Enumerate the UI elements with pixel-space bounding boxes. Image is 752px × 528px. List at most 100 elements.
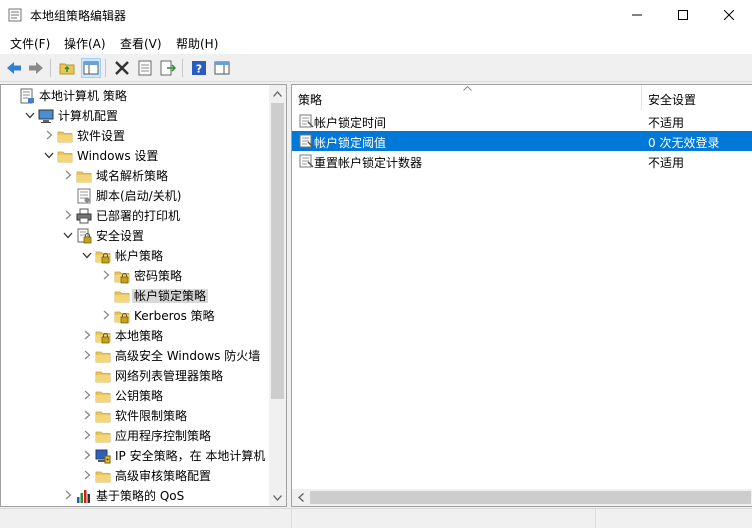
column-header-security-setting[interactable]: 安全设置: [642, 85, 752, 110]
tree-item[interactable]: 已部署的打印机: [1, 206, 271, 226]
chevron-right-icon[interactable]: [63, 170, 73, 180]
chevron-right-icon[interactable]: [82, 390, 92, 400]
chevron-right-icon[interactable]: [82, 470, 92, 480]
tree-item-label: 安全设置: [96, 229, 145, 243]
chevron-right-icon[interactable]: [63, 490, 73, 500]
chevron-right-icon[interactable]: [82, 430, 92, 440]
tree-item-label: 高级安全 Windows 防火墙: [115, 349, 261, 363]
tree-item[interactable]: Windows 设置: [1, 146, 271, 166]
properties-button[interactable]: [135, 58, 155, 78]
folder-icon: [95, 431, 111, 443]
up-folder-button[interactable]: [57, 58, 77, 78]
lock-folder-icon: [95, 331, 111, 344]
tree-item[interactable]: 脚本(启动/关机): [1, 186, 271, 206]
scroll-thumb[interactable]: [310, 491, 751, 504]
tree-vertical-scrollbar[interactable]: [269, 85, 286, 506]
tree-item[interactable]: 应用程序控制策略: [1, 426, 271, 446]
tree-item[interactable]: 域名解析策略: [1, 166, 271, 186]
column-header-policy[interactable]: 策略: [292, 85, 642, 110]
list-item[interactable]: 帐户锁定时间 不适用: [292, 111, 752, 131]
tree-item[interactable]: 高级安全 Windows 防火墙: [1, 346, 271, 366]
chevron-down-icon[interactable]: [44, 150, 54, 160]
tree-item-label: 本地计算机 策略: [39, 89, 127, 103]
chevron-right-icon[interactable]: [82, 410, 92, 420]
delete-button[interactable]: [112, 58, 132, 78]
list-item[interactable]: 帐户锁定阈值 0 次无效登录: [292, 131, 752, 151]
chevron-right-icon[interactable]: [44, 130, 54, 140]
tree-item[interactable]: 公钥策略: [1, 386, 271, 406]
printer-icon: [76, 208, 92, 224]
tree-item[interactable]: 安全设置: [1, 226, 271, 246]
security-settings-icon: [77, 228, 92, 244]
folder-icon: [95, 351, 111, 363]
chevron-right-icon[interactable]: [101, 310, 111, 320]
back-icon: [7, 62, 21, 74]
details-pane[interactable]: 策略 安全设置 帐户锁定时间 不适用 帐户锁定阈值 0 次无效登录 重置帐户锁定计数器不…: [291, 84, 752, 507]
chevron-right-icon[interactable]: [82, 330, 92, 340]
show-hide-action-pane-button[interactable]: [212, 58, 232, 78]
toolbar-separator: [105, 59, 106, 77]
tree-item[interactable]: 密码策略: [1, 266, 271, 286]
tree-item-label: 软件限制策略: [115, 409, 188, 423]
tree-item[interactable]: IP 安全策略，在 本地计算机: [1, 446, 271, 466]
menu-action[interactable]: 操作(A): [64, 35, 106, 52]
chevron-down-icon: [273, 494, 282, 501]
show-hide-tree-button[interactable]: [81, 58, 101, 78]
status-divider: [291, 509, 292, 528]
folder-icon: [114, 291, 130, 303]
chevron-right-icon[interactable]: [82, 350, 92, 360]
chevron-down-icon[interactable]: [63, 230, 73, 240]
show-hide-tree-icon: [83, 61, 99, 75]
column-header-security-setting-label: 安全设置: [648, 93, 697, 107]
export-list-button[interactable]: [158, 58, 178, 78]
local-policy-icon: [20, 88, 34, 104]
tree-item-label: IP 安全策略，在 本地计算机: [115, 449, 266, 463]
chevron-right-icon[interactable]: [101, 270, 111, 280]
list-horizontal-scrollbar[interactable]: [292, 489, 752, 506]
column-header-policy-label: 策略: [298, 93, 323, 107]
tree-item[interactable]: 本地策略: [1, 326, 271, 346]
folder-icon: [57, 151, 73, 163]
window-title: 本地组策略编辑器: [30, 9, 127, 23]
status-bar: [0, 508, 752, 528]
tree-item-label: Kerberos 策略: [134, 309, 215, 323]
chevron-right-icon[interactable]: [63, 210, 73, 220]
tree-item[interactable]: 软件设置: [1, 126, 271, 146]
scroll-down-button[interactable]: [269, 489, 286, 506]
chevron-down-icon[interactable]: [82, 250, 92, 260]
list-item[interactable]: 重置帐户锁定计数器 不适用: [292, 151, 752, 171]
tree-item[interactable]: 帐户策略: [1, 246, 271, 266]
security-setting-value: 0 次无效登录: [648, 136, 720, 150]
properties-icon: [138, 60, 152, 76]
computer-icon: [38, 109, 54, 123]
show-hide-action-pane-icon: [214, 61, 230, 75]
scroll-up-button[interactable]: [269, 85, 286, 102]
menu-help[interactable]: 帮助(H): [176, 35, 218, 52]
tree-item[interactable]: 软件限制策略: [1, 406, 271, 426]
tree-item[interactable]: 基于策略的 QoS: [1, 486, 271, 506]
maximize-button[interactable]: [660, 0, 706, 30]
minimize-button[interactable]: [614, 0, 660, 30]
sort-ascending-icon: [463, 86, 472, 91]
tree-item[interactable]: 网络列表管理器策略: [1, 366, 271, 386]
back-button[interactable]: [4, 58, 24, 78]
close-button[interactable]: [706, 0, 752, 30]
chevron-down-icon[interactable]: [25, 110, 35, 120]
forward-button[interactable]: [26, 58, 46, 78]
title-bar: 本地组策略编辑器: [0, 0, 752, 30]
folder-icon: [95, 471, 111, 483]
menu-bar: 文件(F) 操作(A) 查看(V) 帮助(H): [0, 30, 752, 54]
scroll-thumb[interactable]: [271, 103, 284, 399]
tree-item[interactable]: 本地计算机 策略: [1, 86, 271, 106]
chevron-right-icon[interactable]: [82, 450, 92, 460]
tree-item[interactable]: 计算机配置: [1, 106, 271, 126]
tree-item[interactable]: 高级审核策略配置: [1, 466, 271, 486]
scroll-left-button[interactable]: [292, 489, 309, 506]
tree-item[interactable]: 帐户锁定策略: [1, 286, 271, 306]
help-button[interactable]: ?: [189, 58, 209, 78]
tree-item-label: 帐户策略: [115, 249, 164, 263]
menu-view[interactable]: 查看(V): [120, 35, 162, 52]
tree-item[interactable]: Kerberos 策略: [1, 306, 271, 326]
console-tree[interactable]: 本地计算机 策略计算机配置 软件设置 Windows 设置 域名解析策略 脚本(启动/关…: [0, 84, 287, 507]
menu-file[interactable]: 文件(F): [10, 35, 50, 52]
